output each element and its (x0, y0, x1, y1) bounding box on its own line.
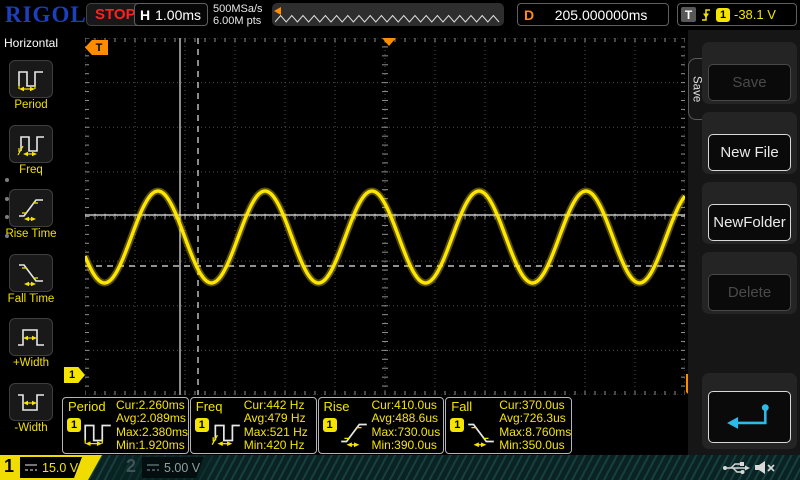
channel1-scale: 15.0 V (42, 460, 79, 475)
sidebar-item-label: Rise Time (5, 228, 57, 240)
trigger-box[interactable]: T 1 -38.1 V (677, 3, 797, 26)
rise-time-icon (19, 199, 43, 221)
measurement-panel-period[interactable]: Period 1 Cur:2.260ms Avg:2.089ms Max:2.38… (62, 397, 189, 454)
channel2-indicator[interactable]: 2 5.00 V (106, 455, 220, 480)
softkey-slot: Save (702, 42, 797, 104)
back-button[interactable] (708, 391, 791, 443)
delay-label: D (524, 6, 535, 23)
measurement-stats: Cur:442 Hz Avg:479 Hz Max:521 Hz Min:420 H… (243, 398, 308, 452)
scroll-indicator-dot (5, 215, 9, 219)
save-button[interactable]: Save (708, 64, 791, 101)
scroll-indicator-dot (5, 234, 9, 238)
source-badge: 1 (322, 418, 337, 432)
neg-width-icon (18, 394, 44, 411)
timebase-value: 1.00ms (155, 6, 202, 23)
new-file-button[interactable]: New File (708, 134, 791, 171)
dc-coupling-icon (24, 463, 38, 472)
trigger-label: T (681, 7, 696, 22)
measurement-results-bar: Period 1 Cur:2.260ms Avg:2.089ms Max:2.38… (62, 397, 572, 454)
fall-time-icon (468, 423, 495, 448)
right-softkey-menu: Save Save New File NewFolder Delete (688, 30, 800, 455)
freq-icon (17, 136, 44, 157)
softkey-slot (702, 373, 797, 449)
sidebar-item-label: +Width (12, 357, 50, 369)
scroll-indicator-dot (5, 178, 9, 182)
memory-depth: 6.00M pts (213, 15, 262, 27)
source-badge: 1 (450, 418, 465, 432)
measurement-stats: Cur:410.0us Avg:488.6us Max:730.0us Min:39… (371, 398, 441, 452)
softkey-slot: NewFolder (702, 182, 797, 244)
speaker-muted-icon (755, 461, 775, 474)
sidebar-item-label: Fall Time (7, 293, 55, 305)
period-icon (84, 424, 111, 447)
sidebar-item-label: Freq (19, 164, 43, 176)
measurement-panel-freq[interactable]: Freq 1 Cur:442 Hz Avg:479 Hz Max:521 Hz Mi… (189, 397, 317, 454)
trigger-level-value: -38.1 V (734, 7, 776, 22)
delay-box[interactable]: D 205.000000ms (517, 3, 669, 26)
trigger-position-marker-icon[interactable] (382, 38, 396, 46)
sample-rate: 500MSa/s (213, 3, 263, 15)
return-arrow-icon (726, 404, 769, 429)
pos-width-icon (18, 329, 44, 346)
fall-time-icon (19, 264, 43, 286)
sidebar-item-period[interactable]: Period (0, 60, 62, 111)
preview-waveform-icon (275, 14, 500, 23)
channel1-ground-marker-icon[interactable]: 1 (64, 367, 85, 383)
softkey-slot: New File (702, 112, 797, 174)
channel-status-bar: 1 15.0 V 2 5.00 V (0, 455, 800, 480)
horizontal-timebase-box[interactable]: H 1.00ms (134, 3, 208, 26)
usb-icon (723, 462, 750, 474)
oscilloscope-screen: RIGOL STOP H 1.00ms 500MSa/s 6.00M pts D… (0, 0, 800, 480)
period-icon (18, 71, 43, 92)
measure-category-title: Horizontal (3, 36, 59, 50)
measurement-stats: Cur:370.0us Avg:726.3us Max:8.760ms Min:35… (499, 398, 572, 452)
measurement-panel-fall[interactable]: Fall 1 Cur:370.0us Avg:726.3us Max:8.760m… (445, 397, 572, 454)
graticule-and-waveform (81, 37, 688, 396)
source-badge: 1 (67, 418, 81, 432)
sidebar-item-fall-time[interactable]: Fall Time (0, 254, 62, 305)
freq-icon (211, 424, 240, 447)
channel2-scale: 5.00 V (164, 460, 201, 475)
top-status-bar: RIGOL STOP H 1.00ms 500MSa/s 6.00M pts D… (0, 0, 800, 30)
delay-value: 205.000000ms (554, 6, 648, 23)
trigger-source-badge: 1 (716, 7, 730, 22)
waveform-display-area[interactable] (81, 37, 688, 396)
softkey-slot: Delete (702, 252, 797, 314)
dc-coupling-icon (146, 463, 160, 472)
acquisition-info: 500MSa/s 6.00M pts (213, 3, 263, 27)
sidebar-item-freq[interactable]: Freq (0, 125, 62, 176)
measurement-panel-rise[interactable]: Rise 1 Cur:410.0us Avg:488.6us Max:730.0u… (317, 397, 445, 454)
sidebar-item-label: -Width (14, 422, 48, 434)
sidebar-item-neg-width[interactable]: -Width (0, 383, 62, 434)
left-measure-menu: Horizontal Period Freq Rise Time Fall Ti… (0, 30, 62, 455)
sidebar-item-label: Period (14, 99, 48, 111)
trigger-slope-icon (702, 8, 710, 21)
new-folder-button[interactable]: NewFolder (708, 204, 791, 241)
source-badge: 1 (194, 418, 209, 432)
sidebar-item-pos-width[interactable]: +Width (0, 318, 62, 369)
scroll-indicator-dot (5, 197, 9, 201)
waveform-record-preview[interactable] (272, 3, 504, 26)
rise-time-icon (340, 423, 367, 448)
measurement-stats: Cur:2.260ms Avg:2.089ms Max:2.380ms Min:1.… (116, 398, 189, 452)
brand-logo: RIGOL (5, 2, 87, 27)
horizontal-label: H (140, 6, 151, 23)
delete-button[interactable]: Delete (708, 274, 791, 311)
channel1-indicator[interactable]: 1 15.0 V (0, 455, 102, 480)
sidebar-item-rise-time[interactable]: Rise Time (0, 189, 62, 240)
